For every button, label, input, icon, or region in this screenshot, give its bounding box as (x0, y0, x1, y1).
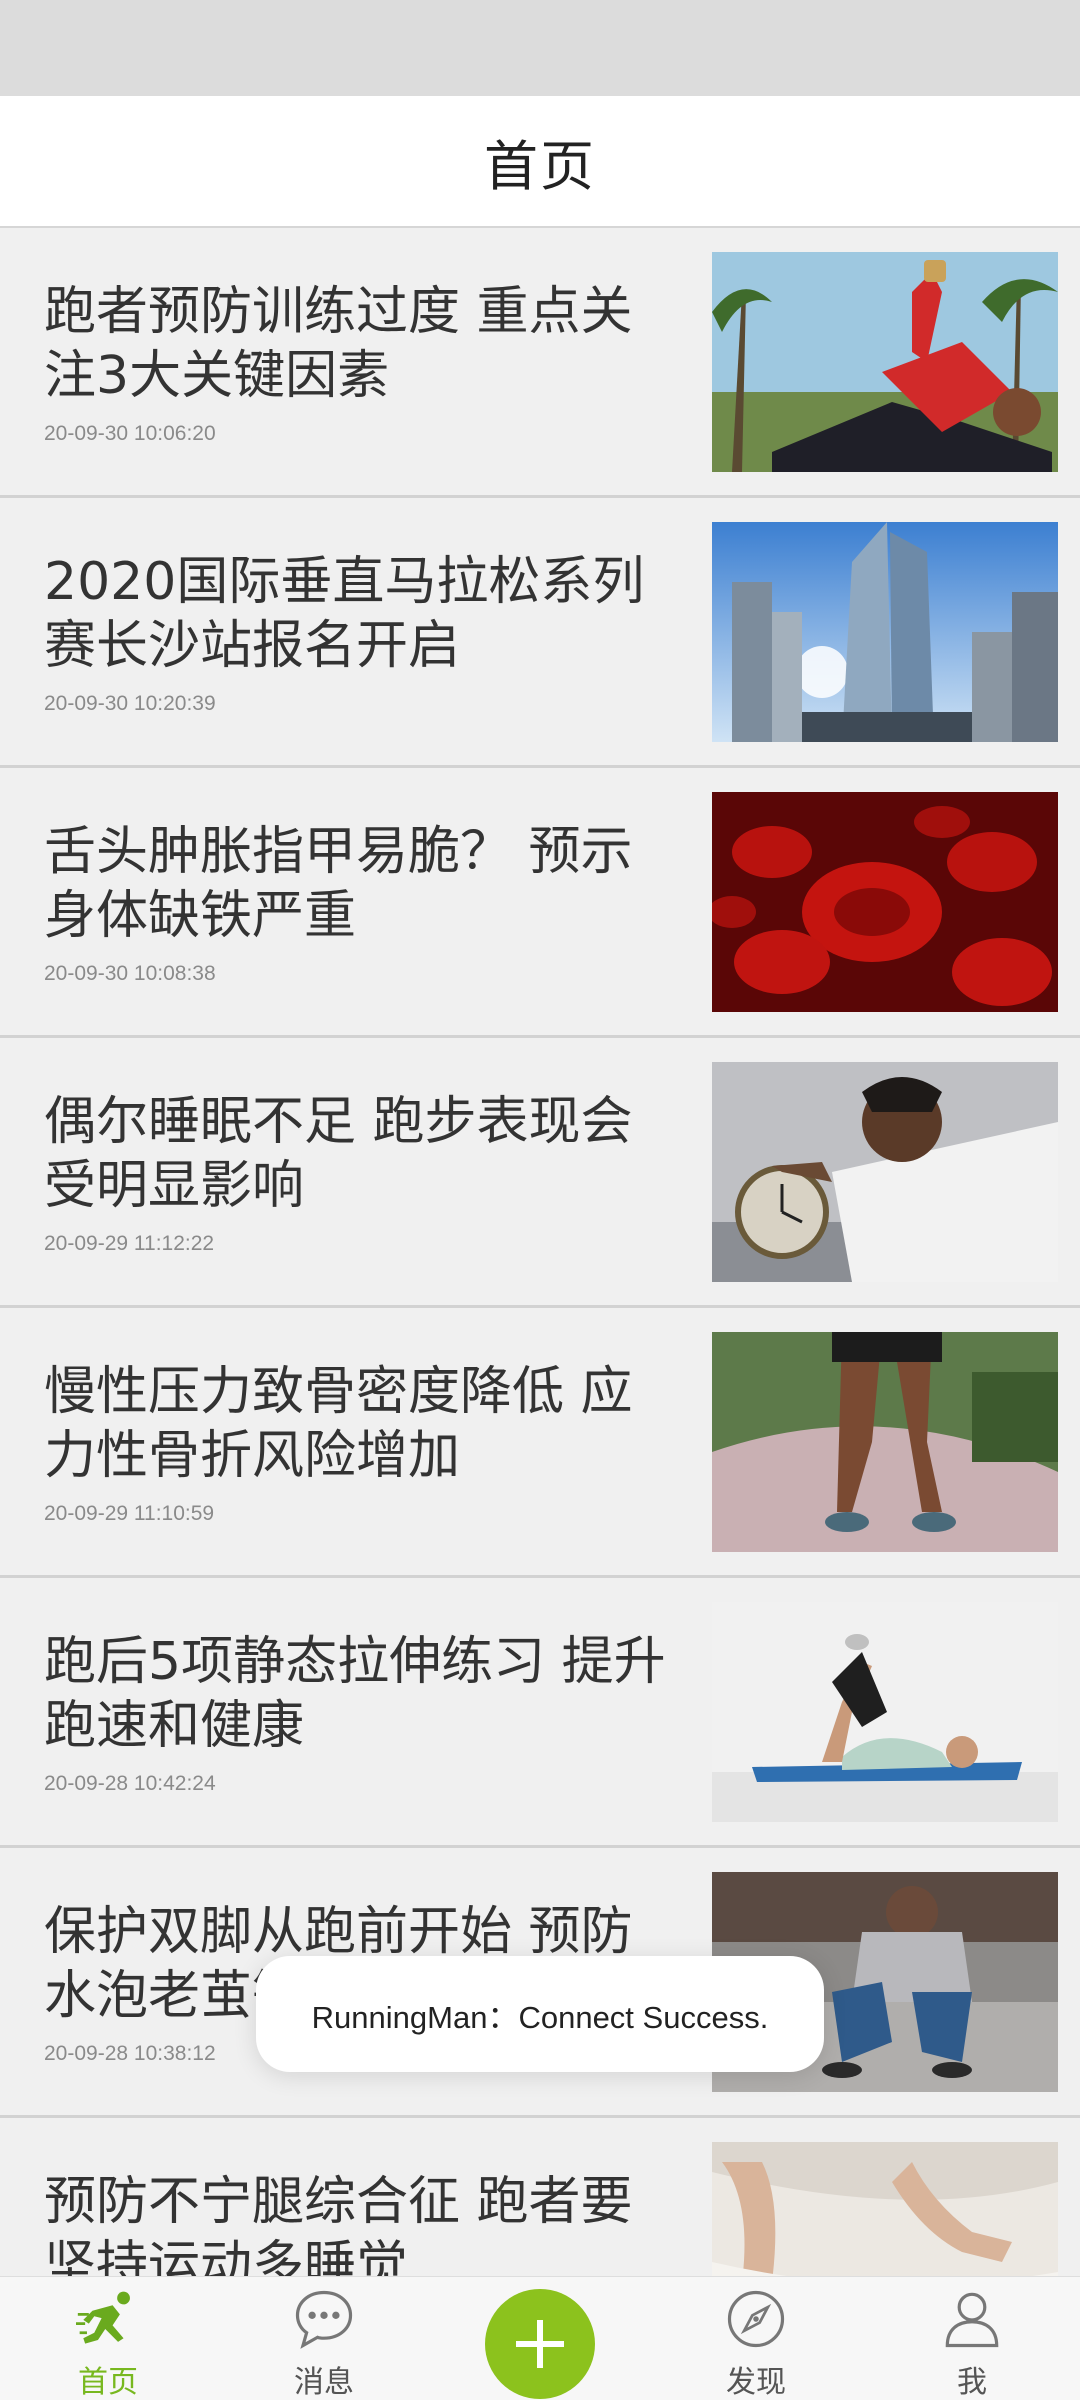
tab-label: 发现 (726, 2365, 786, 2400)
compass-icon (727, 2290, 785, 2348)
tab-label: 首页 (78, 2365, 138, 2400)
article-item[interactable]: 偶尔睡眠不足 跑步表现会受明显影响 20-09-29 11:12:22 (0, 1038, 1080, 1308)
status-bar (0, 0, 1080, 96)
bottom-tab-bar: 首页 消息 发现 我 (0, 2276, 1080, 2400)
tab-messages[interactable]: 消息 (244, 2277, 404, 2400)
runner-icon (76, 2291, 130, 2344)
article-timestamp: 20-09-28 10:38:12 (44, 2042, 216, 2065)
article-title: 慢性压力致骨密度降低 应力性骨折风险增加 (44, 1362, 633, 1486)
article-thumbnail-blood-cells (712, 792, 1058, 1012)
tab-discover[interactable]: 发现 (676, 2277, 836, 2400)
article-thumbnail-alarm-clock (712, 1062, 1058, 1282)
tab-me[interactable]: 我 (892, 2277, 1052, 2400)
article-timestamp: 20-09-29 11:12:22 (44, 1232, 215, 1255)
article-title: 偶尔睡眠不足 跑步表现会受明显影响 (44, 1092, 633, 1216)
plus-icon (516, 2320, 564, 2368)
article-timestamp: 20-09-30 10:20:39 (44, 692, 216, 715)
article-thumbnail-runner-resting (712, 252, 1058, 472)
tab-label: 消息 (294, 2365, 354, 2400)
article-title: 预防不宁腿综合征 跑者要坚持运动多睡觉 (44, 2172, 633, 2276)
article-title: 舌头肿胀指甲易脆？ 预示身体缺铁严重 (44, 822, 633, 946)
header: 首页 (0, 96, 1080, 228)
chat-bubble-icon (295, 2290, 353, 2349)
toast-notification: RunningMan：Connect Success. (256, 1956, 824, 2072)
article-item[interactable]: 舌头肿胀指甲易脆？ 预示身体缺铁严重 20-09-30 10:08:38 (0, 768, 1080, 1038)
article-item[interactable]: 跑者预防训练过度 重点关注3大关键因素 20-09-30 10:06:20 (0, 228, 1080, 498)
article-thumbnail-runner-knee (712, 1332, 1058, 1552)
article-item[interactable]: 2020国际垂直马拉松系列赛长沙站报名开启 20-09-30 10:20:39 (0, 498, 1080, 768)
add-button[interactable] (485, 2289, 595, 2399)
article-item[interactable]: 预防不宁腿综合征 跑者要坚持运动多睡觉 (0, 2118, 1080, 2276)
article-thumbnail-stretching (712, 1602, 1058, 1822)
article-timestamp: 20-09-28 10:42:24 (44, 1772, 216, 1795)
article-thumbnail-skyscraper (712, 522, 1058, 742)
article-item[interactable]: 慢性压力致骨密度降低 应力性骨折风险增加 20-09-29 11:10:59 (0, 1308, 1080, 1578)
article-title: 2020国际垂直马拉松系列赛长沙站报名开启 (44, 552, 645, 676)
article-item[interactable]: 跑后5项静态拉伸练习 提升跑速和健康 20-09-28 10:42:24 (0, 1578, 1080, 1848)
toast-text: RunningMan：Connect Success. (311, 1999, 769, 2035)
article-timestamp: 20-09-30 10:08:38 (44, 962, 216, 985)
article-timestamp: 20-09-30 10:06:20 (44, 422, 216, 445)
article-title: 跑后5项静态拉伸练习 提升跑速和健康 (44, 1632, 666, 1756)
page-title: 首页 (484, 134, 596, 198)
tab-label: 我 (957, 2365, 987, 2400)
article-title: 跑者预防训练过度 重点关注3大关键因素 (44, 282, 633, 406)
article-timestamp: 20-09-29 11:10:59 (44, 1502, 215, 1525)
user-icon (945, 2292, 999, 2348)
article-thumbnail-legs-in-bed (712, 2142, 1058, 2276)
tab-home[interactable]: 首页 (28, 2277, 188, 2400)
